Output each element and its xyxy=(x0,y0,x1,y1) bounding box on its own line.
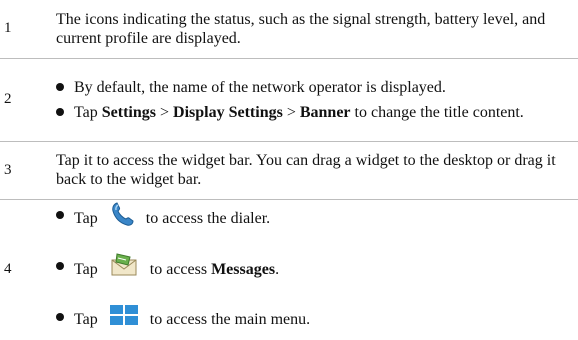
bullet-text: to change the title content. xyxy=(354,103,524,121)
list-item: Tap to access Messages. xyxy=(56,251,578,290)
row-number-cell: 4 xyxy=(0,199,56,340)
table-row: 3 Tap it to access the widget bar. You c… xyxy=(0,141,578,199)
bullet-text: to access the main menu. xyxy=(149,311,311,329)
row-number-cell: 3 xyxy=(0,141,56,199)
phone-icon xyxy=(108,200,136,239)
bullet-text: to access xyxy=(149,261,208,279)
settings-label: Settings xyxy=(101,103,156,121)
list-item: By default, the name of the network oper… xyxy=(56,78,578,97)
table-row: 2 By default, the name of the network op… xyxy=(0,58,578,141)
display-settings-label: Display Settings xyxy=(173,103,283,121)
row-number-cell: 1 xyxy=(0,0,56,58)
bullet-text: By default, the name of the network oper… xyxy=(74,78,446,96)
bullet-text: to access the dialer. xyxy=(145,210,271,228)
row-description: The icons indicating the status, such as… xyxy=(56,10,546,47)
messages-label: Messages xyxy=(211,261,276,279)
tap-label: Tap xyxy=(74,311,98,329)
messages-icon xyxy=(108,251,140,290)
row-number: 4 xyxy=(4,261,12,278)
bullet-list: By default, the name of the network oper… xyxy=(56,78,578,122)
bullet-dot xyxy=(56,313,64,322)
banner-label: Banner xyxy=(299,103,351,121)
row-description-cell: Tap it to access the widget bar. You can… xyxy=(56,141,578,199)
row-description-cell: Tap to access the dialer. Tap to access … xyxy=(56,199,578,340)
table-row: 4 Tap to access the dialer. Tap to acces… xyxy=(0,199,578,340)
row-description-cell: By default, the name of the network oper… xyxy=(56,58,578,141)
bullet-dot xyxy=(56,82,64,91)
bullet-text: . xyxy=(275,261,280,279)
row-number: 1 xyxy=(4,20,12,37)
tap-label: Tap xyxy=(74,210,98,228)
tap-label: Tap xyxy=(74,261,98,279)
row-number-cell: 2 xyxy=(0,58,56,141)
list-item: Tap Settings > Display Settings > Banner… xyxy=(56,103,578,122)
list-item: Tap to access the dialer. xyxy=(56,200,578,239)
bullet-list: Tap to access the dialer. Tap to access … xyxy=(56,200,578,339)
table-row: 1 The icons indicating the status, such … xyxy=(0,0,578,58)
bullet-dot xyxy=(56,262,64,271)
tap-label: Tap xyxy=(74,103,98,121)
row-number: 2 xyxy=(4,91,12,107)
list-item: Tap to access the main menu. xyxy=(56,302,578,339)
path-separator: > xyxy=(160,103,170,121)
row-description-cell: The icons indicating the status, such as… xyxy=(56,0,578,58)
bullet-dot xyxy=(56,107,64,116)
path-separator: > xyxy=(286,103,296,121)
description-table: 1 The icons indicating the status, such … xyxy=(0,0,578,340)
bullet-dot xyxy=(56,211,64,220)
main-menu-icon xyxy=(108,302,140,339)
row-description: Tap it to access the widget bar. You can… xyxy=(56,152,556,188)
row-number: 3 xyxy=(4,161,12,178)
